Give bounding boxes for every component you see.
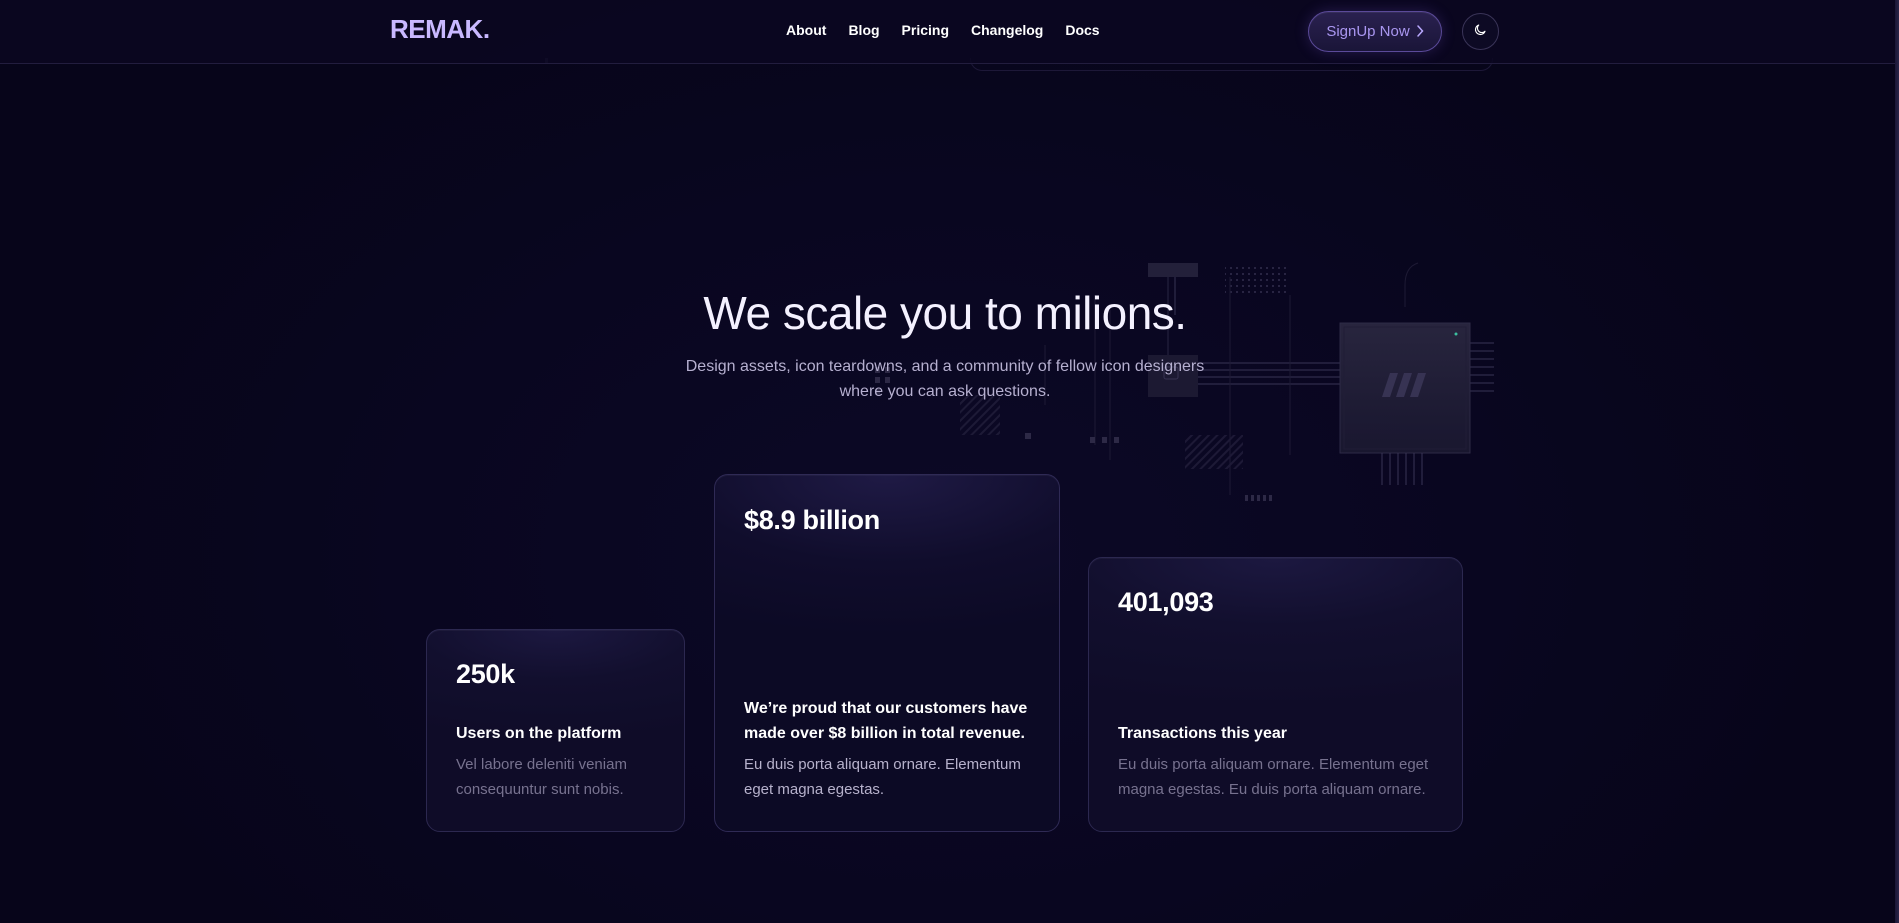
scrollbar-edge <box>1895 0 1899 923</box>
nav-link-docs[interactable]: Docs <box>1065 22 1099 38</box>
top-navbar: REMAK. About Blog Pricing Changelog Docs… <box>0 0 1895 64</box>
moon-icon <box>1474 23 1487 41</box>
brand-logo[interactable]: REMAK. <box>390 14 490 45</box>
page: REMAK. About Blog Pricing Changelog Docs… <box>0 0 1899 923</box>
stat-heading: Users on the platform <box>456 725 622 742</box>
stat-description: Eu duis porta aliquam ornare. Elementum … <box>1118 752 1428 802</box>
stat-heading-line-2: made over $8 billion in total revenue. <box>744 725 1025 742</box>
hero-subtitle-line-1: Design assets, icon teardowns, and a com… <box>685 358 1205 375</box>
nav-link-pricing[interactable]: Pricing <box>902 22 949 38</box>
stat-description-line-2: consequuntur sunt nobis. <box>456 781 624 798</box>
stat-heading: Transactions this year <box>1118 725 1287 742</box>
stat-description-line-1: Vel labore deleniti veniam <box>456 756 627 773</box>
stat-description-line-1: Eu duis porta aliquam ornare. Elementum … <box>1118 756 1429 773</box>
stat-description-line-2: magna egestas. Eu duis porta aliquam orn… <box>1118 781 1426 798</box>
nav-link-changelog[interactable]: Changelog <box>971 22 1043 38</box>
chevron-right-icon <box>1416 24 1424 40</box>
stat-heading: We’re proud that our customers have made… <box>744 696 1027 746</box>
stat-heading-line-1: We’re proud that our customers have <box>744 700 1028 717</box>
stat-value: $8.9 billion <box>744 505 880 535</box>
hero-subtitle-line-2: where you can ask questions. <box>839 383 1051 400</box>
stat-value: 401,093 <box>1118 587 1214 617</box>
nav-link-blog[interactable]: Blog <box>848 22 879 38</box>
stat-description: Eu duis porta aliquam ornare. Elementum … <box>744 752 1021 802</box>
nav-link-about[interactable]: About <box>786 22 826 38</box>
signup-button-label: SignUp Now <box>1326 23 1410 40</box>
hero-subtitle: Design assets, icon teardowns, and a com… <box>670 354 1220 404</box>
stat-card-users: 250k Users on the platform Vel labore de… <box>426 629 685 832</box>
theme-toggle-button[interactable] <box>1462 13 1499 50</box>
signup-button[interactable]: SignUp Now <box>1308 11 1442 52</box>
nav-links: About Blog Pricing Changelog Docs <box>786 22 1122 38</box>
stat-card-revenue: $8.9 billion We’re proud that our custom… <box>714 474 1060 832</box>
stat-description: Vel labore deleniti veniam consequuntur … <box>456 752 627 802</box>
stat-description-line-1: Eu duis porta aliquam ornare. Elementum <box>744 756 1021 773</box>
stat-card-transactions: 401,093 Transactions this year Eu duis p… <box>1088 557 1463 832</box>
stat-value: 250k <box>456 659 515 689</box>
stat-description-line-2: eget magna egestas. <box>744 781 885 798</box>
hero-title: We scale you to milions. <box>703 287 1187 339</box>
